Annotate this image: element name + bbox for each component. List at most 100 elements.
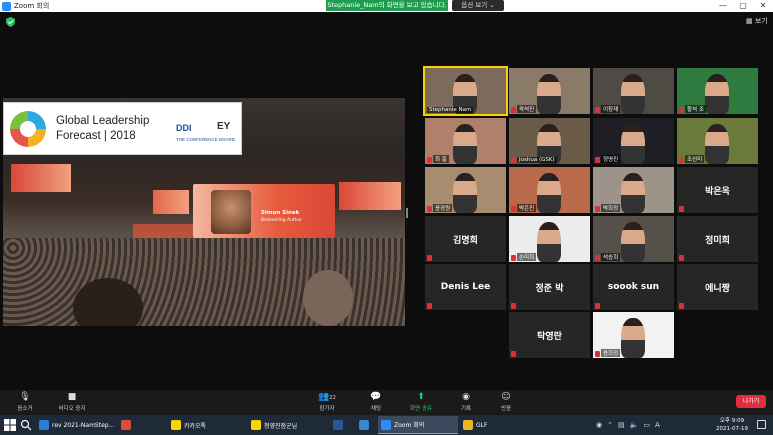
taskbar-app-label: Zoom 회의: [394, 422, 425, 429]
taskbar-clock[interactable]: 오후 9:09 2021-07-19: [712, 417, 752, 433]
mic-muted-icon: [595, 351, 600, 357]
mute-button[interactable]: 🎙 음소거: [8, 390, 42, 415]
app-icon: [39, 420, 49, 430]
view-button[interactable]: ▦ 보기: [746, 16, 768, 26]
speaker-role: Bestselling Author: [261, 218, 303, 223]
participant-tile[interactable]: 탁영란: [509, 312, 590, 358]
participant-name: 곽석진: [517, 105, 537, 113]
participant-tile[interactable]: Joshua (GSK): [509, 118, 590, 164]
participant-name: 윤경원: [433, 204, 453, 212]
participant-video: [705, 74, 729, 114]
taskbar-app[interactable]: [118, 416, 138, 434]
participant-tile[interactable]: 석승희: [593, 216, 674, 262]
participants-button[interactable]: 👥22 참가자: [310, 390, 344, 415]
reactions-icon: ☺: [501, 392, 511, 402]
participant-name: 손미희: [517, 253, 537, 261]
minimize-icon[interactable]: —: [713, 0, 733, 12]
stop-video-button[interactable]: ■ 비디오 중지: [52, 390, 92, 415]
participant-name: 박은진: [517, 204, 537, 212]
view-options-button[interactable]: 옵션 보기 ⌄: [452, 0, 504, 11]
participant-tile[interactable]: 정영진: [593, 118, 674, 164]
participant-tile[interactable]: 정미희: [677, 216, 758, 262]
windows-start-icon[interactable]: [4, 419, 16, 431]
mic-muted-icon: [679, 107, 684, 113]
participant-tile[interactable]: 이창재: [593, 68, 674, 114]
search-icon[interactable]: [20, 419, 32, 431]
mic-muted-icon: [679, 157, 684, 163]
video-camera-icon: ■: [67, 392, 77, 402]
glf-logo-icon: [10, 111, 46, 147]
taskbar-app-label: GLF: [476, 421, 488, 429]
close-icon[interactable]: ✕: [753, 0, 773, 12]
participant-tile[interactable]: 김명희: [425, 216, 506, 262]
security-shield-icon: [6, 17, 15, 27]
leave-button[interactable]: 나가기: [736, 395, 766, 408]
stage-screen-left: [11, 164, 71, 192]
maximize-icon[interactable]: ▢: [733, 0, 753, 12]
record-button[interactable]: ◉ 기록: [452, 390, 480, 415]
taskbar-app[interactable]: GLF: [460, 416, 540, 434]
system-tray: ◉ ⌃ ▤ 🔈 ▭ A: [596, 415, 665, 435]
participant-tile[interactable]: 용희정: [593, 312, 674, 358]
mic-muted-icon: [679, 255, 684, 261]
participant-tile[interactable]: 윤경원: [425, 167, 506, 213]
participant-tile[interactable]: soook sun: [593, 264, 674, 310]
share-screen-button[interactable]: ⬆ 화면 공유: [404, 390, 438, 415]
zoom-logo-icon: [2, 1, 11, 11]
taskbar-app[interactable]: 카카오톡: [168, 416, 246, 434]
audience-head: [303, 270, 353, 326]
participant-tile[interactable]: 곽석진: [509, 68, 590, 114]
participant-video: [621, 222, 645, 262]
mic-muted-icon: [679, 206, 684, 212]
participant-tile[interactable]: 정준 박: [509, 264, 590, 310]
participant-video: [705, 124, 729, 164]
input-language[interactable]: A: [655, 421, 660, 429]
participant-tile[interactable]: 손미희: [509, 216, 590, 262]
reactions-button[interactable]: ☺ 반응: [492, 390, 520, 415]
chevron-up-icon[interactable]: ⌃: [607, 421, 613, 429]
participant-tile[interactable]: 박희정: [593, 167, 674, 213]
mic-muted-icon: [511, 206, 516, 212]
mic-muted-icon: [595, 303, 600, 309]
mic-muted-icon: [427, 303, 432, 309]
grid-icon: ▦: [746, 17, 753, 25]
participant-name: 황석 조: [685, 105, 706, 113]
taskbar-app[interactable]: rev 2021-NamStep...: [36, 416, 116, 434]
taskbar-app[interactable]: 청영진점군님: [248, 416, 328, 434]
record-icon: ◉: [462, 392, 470, 402]
participant-name: 박은옥: [705, 186, 730, 197]
participant-name: 에니짱: [705, 283, 730, 294]
chat-icon: 💬: [370, 392, 382, 402]
participant-name: 김명희: [453, 235, 478, 246]
mic-muted-icon: [595, 157, 600, 163]
participant-name: Joshua (GSK): [517, 157, 557, 163]
taskbar-app[interactable]: [356, 416, 376, 434]
participant-tile[interactable]: 황석 조: [677, 68, 758, 114]
participant-tile[interactable]: Denis Lee: [425, 264, 506, 310]
participant-tile[interactable]: 에니짱: [677, 264, 758, 310]
participants-count: 22: [329, 395, 336, 401]
mic-muted-icon: [427, 157, 432, 163]
taskbar-app[interactable]: [330, 416, 350, 434]
participant-name: 박희정: [601, 204, 621, 212]
battery-icon[interactable]: ▭: [643, 421, 650, 429]
participant-name: 정영진: [601, 155, 621, 163]
notification-icon[interactable]: [757, 420, 766, 429]
stage-screen-main: Simon Sinek Bestselling Author: [193, 184, 335, 238]
mic-muted-icon: [511, 351, 516, 357]
taskbar-app[interactable]: Zoom 회의: [378, 416, 458, 434]
network-icon[interactable]: ▤: [618, 421, 625, 429]
glf-title-line2: Forecast | 2018: [56, 130, 136, 142]
chat-button[interactable]: 💬 채팅: [362, 390, 390, 415]
participant-tile[interactable]: 박은옥: [677, 167, 758, 213]
volume-icon[interactable]: 🔈: [630, 421, 639, 429]
split-handle[interactable]: [406, 208, 408, 218]
speaker-photo: [211, 190, 251, 234]
participant-tile[interactable]: 최 흥: [425, 118, 506, 164]
participant-tile[interactable]: 박은진: [509, 167, 590, 213]
participant-name: 정준 박: [535, 283, 564, 294]
participant-tile[interactable]: 조선미: [677, 118, 758, 164]
participant-name: 탁영란: [537, 331, 562, 342]
zoom-tray-icon[interactable]: ◉: [596, 421, 602, 429]
participant-tile[interactable]: Stephanie Nam: [423, 66, 508, 116]
